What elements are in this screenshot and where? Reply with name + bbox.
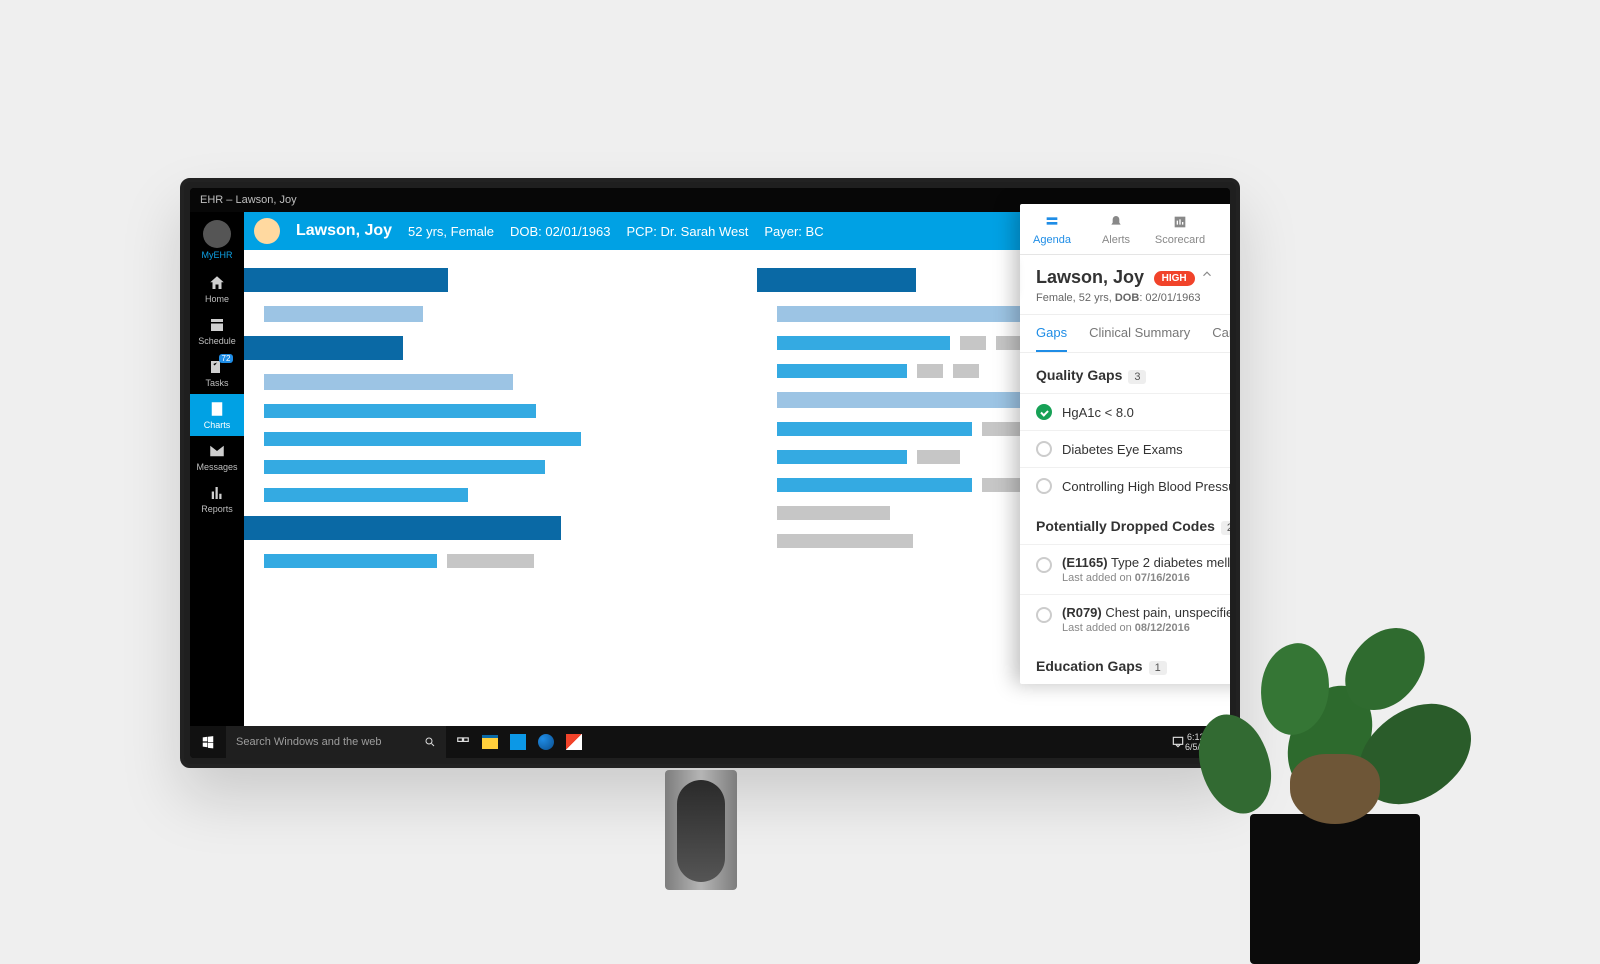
sidebar-label: Reports xyxy=(201,504,233,514)
sidebar-item-messages[interactable]: Messages xyxy=(190,436,244,478)
windows-icon xyxy=(201,735,215,749)
panel-patient-name: Lawson, Joy xyxy=(1036,267,1144,287)
window-title: EHR – Lawson, Joy xyxy=(200,194,297,206)
clock-date: 6/5/2016 xyxy=(1185,742,1220,752)
windows-taskbar: Search Windows and the web 6:12 AM 6/5/2… xyxy=(190,726,1230,758)
sidebar-label: Charts xyxy=(204,420,231,430)
tasks-badge: 72 xyxy=(219,354,234,363)
screen: EHR – Lawson, Joy MyEHR Home Schedule 72… xyxy=(190,188,1230,758)
sidebar-item-reports[interactable]: Reports xyxy=(190,478,244,520)
panel-patient-header: Lawson, Joy HIGH Female, 52 yrs, DOB: 02… xyxy=(1020,255,1230,315)
user-avatar[interactable] xyxy=(203,220,231,248)
sidebar-item-tasks[interactable]: 72 Tasks xyxy=(190,352,244,394)
sidebar: MyEHR Home Schedule 72 Tasks Charts Mess… xyxy=(190,212,244,726)
subtab-clinical-summary[interactable]: Clinical Summary xyxy=(1089,315,1190,352)
subtab-gaps[interactable]: Gaps xyxy=(1036,315,1067,352)
agenda-icon xyxy=(1044,214,1060,230)
search-icon xyxy=(424,736,436,748)
patient-pcp: PCP: Dr. Sarah West xyxy=(626,224,748,239)
section-dropped-codes[interactable]: Potentially Dropped Codes2 xyxy=(1020,504,1230,544)
patient-payer: Payer: BC xyxy=(764,224,823,239)
patient-dob: DOB: 02/01/1963 xyxy=(510,224,610,239)
file-explorer-icon[interactable] xyxy=(482,735,498,749)
sidebar-label: Schedule xyxy=(198,336,236,346)
section-quality-gaps[interactable]: Quality Gaps3 xyxy=(1020,353,1230,393)
code-item[interactable]: (E1165) Type 2 diabetes mellitus with ..… xyxy=(1020,544,1230,594)
count-badge: 1 xyxy=(1149,661,1167,675)
sidebar-item-home[interactable]: Home xyxy=(190,268,244,310)
status-done-icon xyxy=(1036,404,1052,420)
taskview-icon[interactable] xyxy=(456,735,470,749)
sidebar-label: Messages xyxy=(196,462,237,472)
subtab-care-team[interactable]: Care Team xyxy=(1212,315,1230,352)
status-open-icon xyxy=(1036,478,1052,494)
sidebar-label: Tasks xyxy=(205,378,228,388)
clock-time: 6:12 AM xyxy=(1185,732,1220,742)
status-open-icon xyxy=(1036,557,1052,573)
gap-item[interactable]: HgA1c < 8.0 ? xyxy=(1020,393,1230,430)
tab-alerts[interactable]: Alerts xyxy=(1084,204,1148,254)
count-badge: 2 xyxy=(1221,521,1230,535)
section-education-gaps[interactable]: Education Gaps1 xyxy=(1020,644,1230,684)
scorecard-icon xyxy=(1172,214,1188,230)
panel-patient-demo: Female, 52 yrs, DOB: 02/01/1963 xyxy=(1036,292,1230,304)
sidebar-item-schedule[interactable]: Schedule xyxy=(190,310,244,352)
patient-avatar xyxy=(254,218,280,244)
monitor-frame: EHR – Lawson, Joy MyEHR Home Schedule 72… xyxy=(180,178,1240,768)
home-icon xyxy=(208,274,226,292)
care-panel: Agenda Alerts Scorecard Chat Settings La… xyxy=(1020,204,1230,684)
edge-icon[interactable] xyxy=(538,734,554,750)
app-brand: MyEHR xyxy=(202,250,233,260)
system-clock[interactable]: 6:12 AM 6/5/2016 xyxy=(1185,732,1230,752)
tab-chat[interactable]: Chat xyxy=(1212,204,1230,254)
taskbar-search[interactable]: Search Windows and the web xyxy=(226,726,446,758)
start-button[interactable] xyxy=(190,735,226,749)
gap-item[interactable]: Diabetes Eye Exams ? xyxy=(1020,430,1230,467)
app-icon[interactable] xyxy=(566,734,582,750)
patient-name: Lawson, Joy xyxy=(296,222,392,240)
chevron-up-icon[interactable] xyxy=(1200,267,1214,281)
sidebar-label: Home xyxy=(205,294,229,304)
code-item[interactable]: (R079) Chest pain, unspecified Last adde… xyxy=(1020,594,1230,644)
calendar-icon xyxy=(208,316,226,334)
status-open-icon xyxy=(1036,607,1052,623)
panel-sub-tabs: Gaps Clinical Summary Care Team xyxy=(1020,315,1230,353)
monitor-stand xyxy=(665,770,737,890)
search-placeholder: Search Windows and the web xyxy=(236,736,382,748)
tab-scorecard[interactable]: Scorecard xyxy=(1148,204,1212,254)
count-badge: 3 xyxy=(1128,370,1146,384)
status-open-icon xyxy=(1036,441,1052,457)
patient-age-sex: 52 yrs, Female xyxy=(408,224,494,239)
mail-icon xyxy=(208,442,226,460)
risk-badge: HIGH xyxy=(1154,271,1195,286)
tab-agenda[interactable]: Agenda xyxy=(1020,204,1084,254)
sidebar-item-charts[interactable]: Charts xyxy=(190,394,244,436)
bar-chart-icon xyxy=(208,484,226,502)
gap-item[interactable]: Controlling High Blood Pressure ? xyxy=(1020,467,1230,504)
notification-icon[interactable] xyxy=(1171,735,1185,749)
panel-top-tabs: Agenda Alerts Scorecard Chat Settings xyxy=(1020,204,1230,255)
chart-icon xyxy=(208,400,226,418)
store-icon[interactable] xyxy=(510,734,526,750)
bell-icon xyxy=(1108,214,1124,230)
